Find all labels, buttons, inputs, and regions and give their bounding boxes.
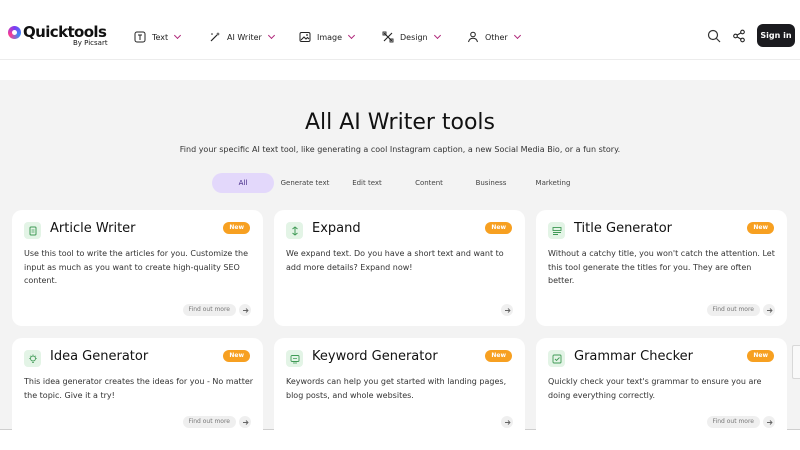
tool-card-expand[interactable]: Expand New We expand text. Do you have a… <box>274 210 525 326</box>
tool-card-idea-generator[interactable]: Idea Generator New This idea generator c… <box>12 338 263 450</box>
document-icon <box>24 222 41 239</box>
find-out-more-button[interactable]: Find out more <box>706 304 775 316</box>
logo-name: Quicktools <box>23 23 107 41</box>
new-badge: New <box>485 222 512 234</box>
card-title: Keyword Generator <box>312 349 438 364</box>
keyword-screen-icon <box>286 350 303 367</box>
nav-label-design: Design <box>400 32 428 42</box>
card-description: Use this tool to write the articles for … <box>24 249 249 285</box>
tool-card-keyword-generator[interactable]: Keyword Generator New Keywords can help … <box>274 338 525 450</box>
card-title: Grammar Checker <box>574 349 694 364</box>
find-out-more-label: Find out more <box>182 304 236 316</box>
find-out-more-button[interactable]: Find out more <box>706 416 775 428</box>
card-description: This idea generator creates the ideas fo… <box>24 377 254 400</box>
chevron-down-icon <box>267 31 275 40</box>
nav-item-text[interactable]: Text <box>134 31 182 43</box>
nav-label-image: Image <box>317 32 343 42</box>
arrow-right-icon <box>501 416 513 428</box>
card-title: Expand <box>312 221 361 236</box>
arrow-right-icon <box>501 304 513 316</box>
arrow-right-icon <box>763 416 775 428</box>
find-out-more-button[interactable]: Find out more <box>182 304 251 316</box>
card-description: Quickly check your text's grammar to ens… <box>548 377 762 400</box>
nav-label-other: Other <box>485 32 508 42</box>
image-icon <box>299 31 311 43</box>
nav-item-other[interactable]: Other <box>467 31 521 43</box>
new-badge: New <box>747 222 774 234</box>
tab-generate-text[interactable]: Generate text <box>274 173 336 193</box>
chevron-down-icon <box>513 31 521 40</box>
share-icon[interactable] <box>732 28 746 43</box>
new-badge: New <box>223 222 250 234</box>
tool-card-title-generator[interactable]: Title Generator New Without a catchy tit… <box>536 210 787 326</box>
tab-business[interactable]: Business <box>460 173 522 193</box>
nav-label-text: Text <box>152 32 169 42</box>
new-badge: New <box>223 350 250 362</box>
find-out-more-button[interactable] <box>498 416 513 428</box>
text-box-icon <box>134 31 146 43</box>
logo-icon <box>8 26 21 39</box>
title-lines-icon <box>548 222 565 239</box>
find-out-more-label: Find out more <box>706 304 760 316</box>
expand-arrows-icon <box>286 222 303 239</box>
quicktools-logo[interactable]: Quicktools By Picsart <box>8 25 108 48</box>
shapes-icon <box>467 31 479 43</box>
tool-card-article-writer[interactable]: Article Writer New Use this tool to writ… <box>12 210 263 326</box>
search-icon[interactable] <box>707 28 721 43</box>
card-description: Keywords can help you get started with l… <box>286 377 507 400</box>
find-out-more-button[interactable] <box>498 304 513 316</box>
nav-label-ai-writer: AI Writer <box>227 32 262 42</box>
page-title: All AI Writer tools <box>304 110 496 135</box>
arrow-right-icon <box>239 304 251 316</box>
chevron-down-icon <box>348 31 356 40</box>
card-title: Title Generator <box>574 221 673 236</box>
tab-all[interactable]: All <box>212 173 274 193</box>
top-header: Quicktools By Picsart Text AI Writer Ima… <box>0 0 800 60</box>
find-out-more-button[interactable]: Find out more <box>182 416 251 428</box>
chevron-down-icon <box>174 31 182 40</box>
chevron-down-icon <box>433 31 441 40</box>
sign-in-button[interactable]: Sign in <box>757 24 795 47</box>
recaptcha-badge[interactable] <box>792 345 800 379</box>
page-subtitle: Find your specific AI text tool, like ge… <box>179 145 621 154</box>
nav-item-ai-writer[interactable]: AI Writer <box>209 31 275 43</box>
find-out-more-label: Find out more <box>706 416 760 428</box>
tab-marketing[interactable]: Marketing <box>522 173 584 193</box>
tab-content[interactable]: Content <box>398 173 460 193</box>
lightbulb-icon <box>24 350 41 367</box>
nav-item-image[interactable]: Image <box>299 31 356 43</box>
magic-pen-icon <box>209 31 221 43</box>
new-badge: New <box>485 350 512 362</box>
card-title: Article Writer <box>50 221 136 236</box>
design-tools-icon <box>382 31 394 43</box>
tab-edit-text[interactable]: Edit text <box>336 173 398 193</box>
card-description: We expand text. Do you have a short text… <box>286 249 504 272</box>
tool-card-grammar-checker[interactable]: Grammar Checker New Quickly check your t… <box>536 338 787 450</box>
card-description: Without a catchy title, you won't catch … <box>548 249 775 285</box>
find-out-more-label: Find out more <box>182 416 236 428</box>
card-title: Idea Generator <box>50 349 149 364</box>
logo-byline: By Picsart <box>73 39 108 47</box>
new-badge: New <box>747 350 774 362</box>
arrow-right-icon <box>239 416 251 428</box>
nav-item-design[interactable]: Design <box>382 31 441 43</box>
arrow-right-icon <box>763 304 775 316</box>
grammar-check-icon <box>548 350 565 367</box>
